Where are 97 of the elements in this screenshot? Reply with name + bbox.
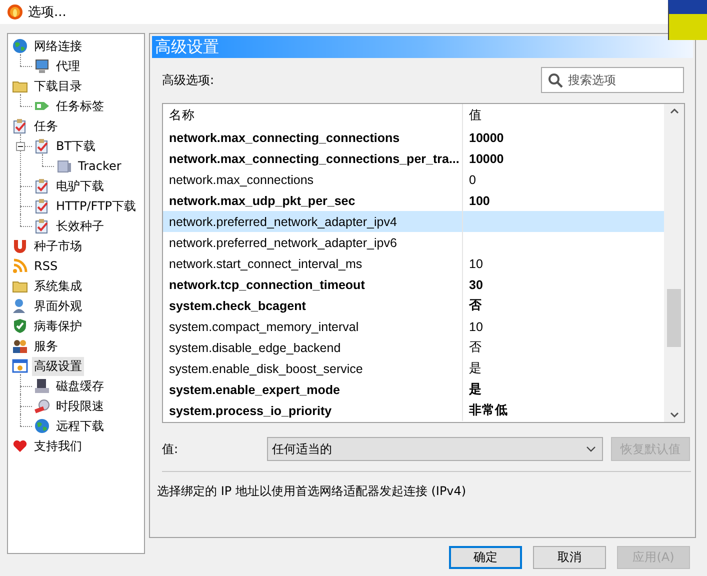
tree-item[interactable]: 任务 (32, 116, 60, 136)
dialog-button[interactable]: 取消 (533, 546, 606, 569)
table-cell: network.preferred_network_adapter_ipv6 (163, 232, 463, 253)
gauge-icon (34, 398, 50, 414)
window-icon (12, 358, 28, 374)
table-cell-text: 10000 (468, 130, 505, 144)
heart-icon (12, 438, 28, 454)
tree-item[interactable]: 远程下载 (54, 416, 106, 436)
table-cell-text: 否 (468, 339, 483, 356)
table-cell-text: 10000 (468, 152, 505, 166)
magnet-icon (12, 238, 28, 254)
clipboard-icon (34, 198, 50, 214)
table-cell: system.check_bcagent (163, 295, 463, 316)
table-row[interactable]: system.compact_memory_interval 10 (163, 316, 664, 337)
value-label: 值: (162, 440, 180, 458)
clipboard-icon (34, 218, 50, 234)
scrollbar[interactable] (664, 104, 684, 422)
caret-icon (586, 446, 596, 452)
search-field[interactable]: 搜索选项 (541, 67, 684, 93)
monitor-icon (34, 58, 50, 74)
tree-item[interactable]: 种子市场 (32, 236, 84, 256)
table-cell: network.max_connecting_connections (163, 127, 463, 148)
tree-item[interactable]: RSS (32, 258, 60, 274)
table-cell: system.compact_memory_interval (163, 316, 463, 337)
section-header: 高级设置 (152, 36, 693, 58)
scroll-thumb[interactable] (667, 289, 681, 347)
tree-item[interactable]: 下载目录 (32, 76, 84, 96)
table-cell-text: 10 (468, 320, 484, 334)
table-cell-text: 0 (468, 172, 477, 186)
tree-item[interactable]: 服务 (32, 336, 60, 356)
table-row[interactable]: system.enable_expert_mode 是 (163, 379, 664, 400)
globe-icon (34, 418, 50, 434)
table-row[interactable]: system.disable_edge_backend 否 (163, 337, 664, 358)
table-cell-text: 否 (468, 297, 483, 314)
table-cell: network.preferred_network_adapter_ipv4 (163, 211, 463, 232)
shield-icon (12, 318, 28, 334)
clipboard-icon (12, 118, 28, 134)
globe-icon (12, 38, 28, 54)
app-logo-icon (7, 4, 23, 20)
tree-item[interactable]: 代理 (54, 56, 82, 76)
column-header[interactable]: 值 (463, 107, 664, 124)
tree-item[interactable]: 长效种子 (54, 216, 106, 236)
tree-item[interactable]: 任务标签 (54, 96, 106, 116)
table-row[interactable]: network.max_connections 0 (163, 169, 664, 190)
people-icon (12, 338, 28, 354)
tree-item[interactable]: HTTP/FTP下载 (54, 196, 138, 216)
table-row[interactable]: system.process_io_priority 非常低 (163, 400, 664, 421)
collapse-icon[interactable] (16, 142, 25, 151)
table-row[interactable]: network.preferred_network_adapter_ipv6 (163, 232, 664, 253)
description-text: 选择绑定的 IP 地址以使用首选网络适配器发起连接 (IPv4) (156, 483, 468, 500)
table-cell: system.process_io_priority (163, 400, 463, 421)
dialog-button[interactable]: 确定 (449, 546, 522, 569)
scroll-down-icon[interactable] (670, 412, 678, 418)
tree-item[interactable]: 网络连接 (32, 36, 84, 56)
table-cell-text: 非常低 (468, 402, 509, 419)
table-row[interactable]: network.max_connecting_connections 10000 (163, 127, 664, 148)
table-cell-text: 是 (468, 360, 483, 377)
tree-item[interactable]: 系统集成 (32, 276, 84, 296)
table-cell-text: 30 (468, 278, 484, 292)
table-row[interactable]: network.start_connect_interval_ms 10 (163, 253, 664, 274)
table-cell: network.max_connecting_connections_per_tra... (163, 148, 463, 169)
table-cell: network.max_connections (163, 169, 463, 190)
table-cell: network.tcp_connection_timeout (163, 274, 463, 295)
server-icon (56, 158, 72, 174)
background-window (668, 0, 707, 40)
table-row[interactable]: network.preferred_network_adapter_ipv4 (163, 211, 664, 232)
tree-item[interactable]: 界面外观 (32, 296, 84, 316)
column-header[interactable]: 名称 (163, 104, 463, 127)
options-label: 高级选项: (162, 72, 214, 88)
table-cell-text: 100 (468, 194, 491, 208)
clipboard-icon (34, 178, 50, 194)
value-dropdown[interactable]: 任何适当的 (267, 437, 603, 461)
table-cell-text: 10 (468, 256, 484, 270)
disk-icon (34, 378, 50, 394)
person-icon (12, 298, 28, 314)
table-row[interactable]: network.tcp_connection_timeout 30 (163, 274, 664, 295)
tree-item[interactable]: 高级设置 (32, 356, 84, 376)
table-row[interactable]: system.enable_disk_boost_service 是 (163, 358, 664, 379)
table-row[interactable]: system.check_bcagent 否 (163, 295, 664, 316)
search-icon (548, 73, 563, 88)
window-title: 选项... (28, 4, 66, 21)
table-row[interactable]: network.max_connecting_connections_per_tra... 10000 (163, 148, 664, 169)
tree-item[interactable]: BT下载 (54, 136, 98, 156)
tree-item[interactable]: Tracker (76, 158, 124, 174)
rss-icon (12, 258, 28, 274)
tree-item[interactable]: 电驴下载 (54, 176, 106, 196)
tree-item[interactable]: 时段限速 (54, 396, 106, 416)
scroll-up-icon[interactable] (670, 108, 678, 114)
table-cell: system.enable_disk_boost_service (163, 358, 463, 379)
tree-item[interactable]: 病毒保护 (32, 316, 84, 336)
table-cell: system.enable_expert_mode (163, 379, 463, 400)
table-cell-text: 是 (468, 381, 483, 398)
tree-item[interactable]: 支持我们 (32, 436, 84, 456)
tree-item[interactable]: 磁盘缓存 (54, 376, 106, 396)
table-cell: system.disable_edge_backend (163, 337, 463, 358)
clipboard-icon (34, 138, 50, 154)
table-cell: network.start_connect_interval_ms (163, 253, 463, 274)
